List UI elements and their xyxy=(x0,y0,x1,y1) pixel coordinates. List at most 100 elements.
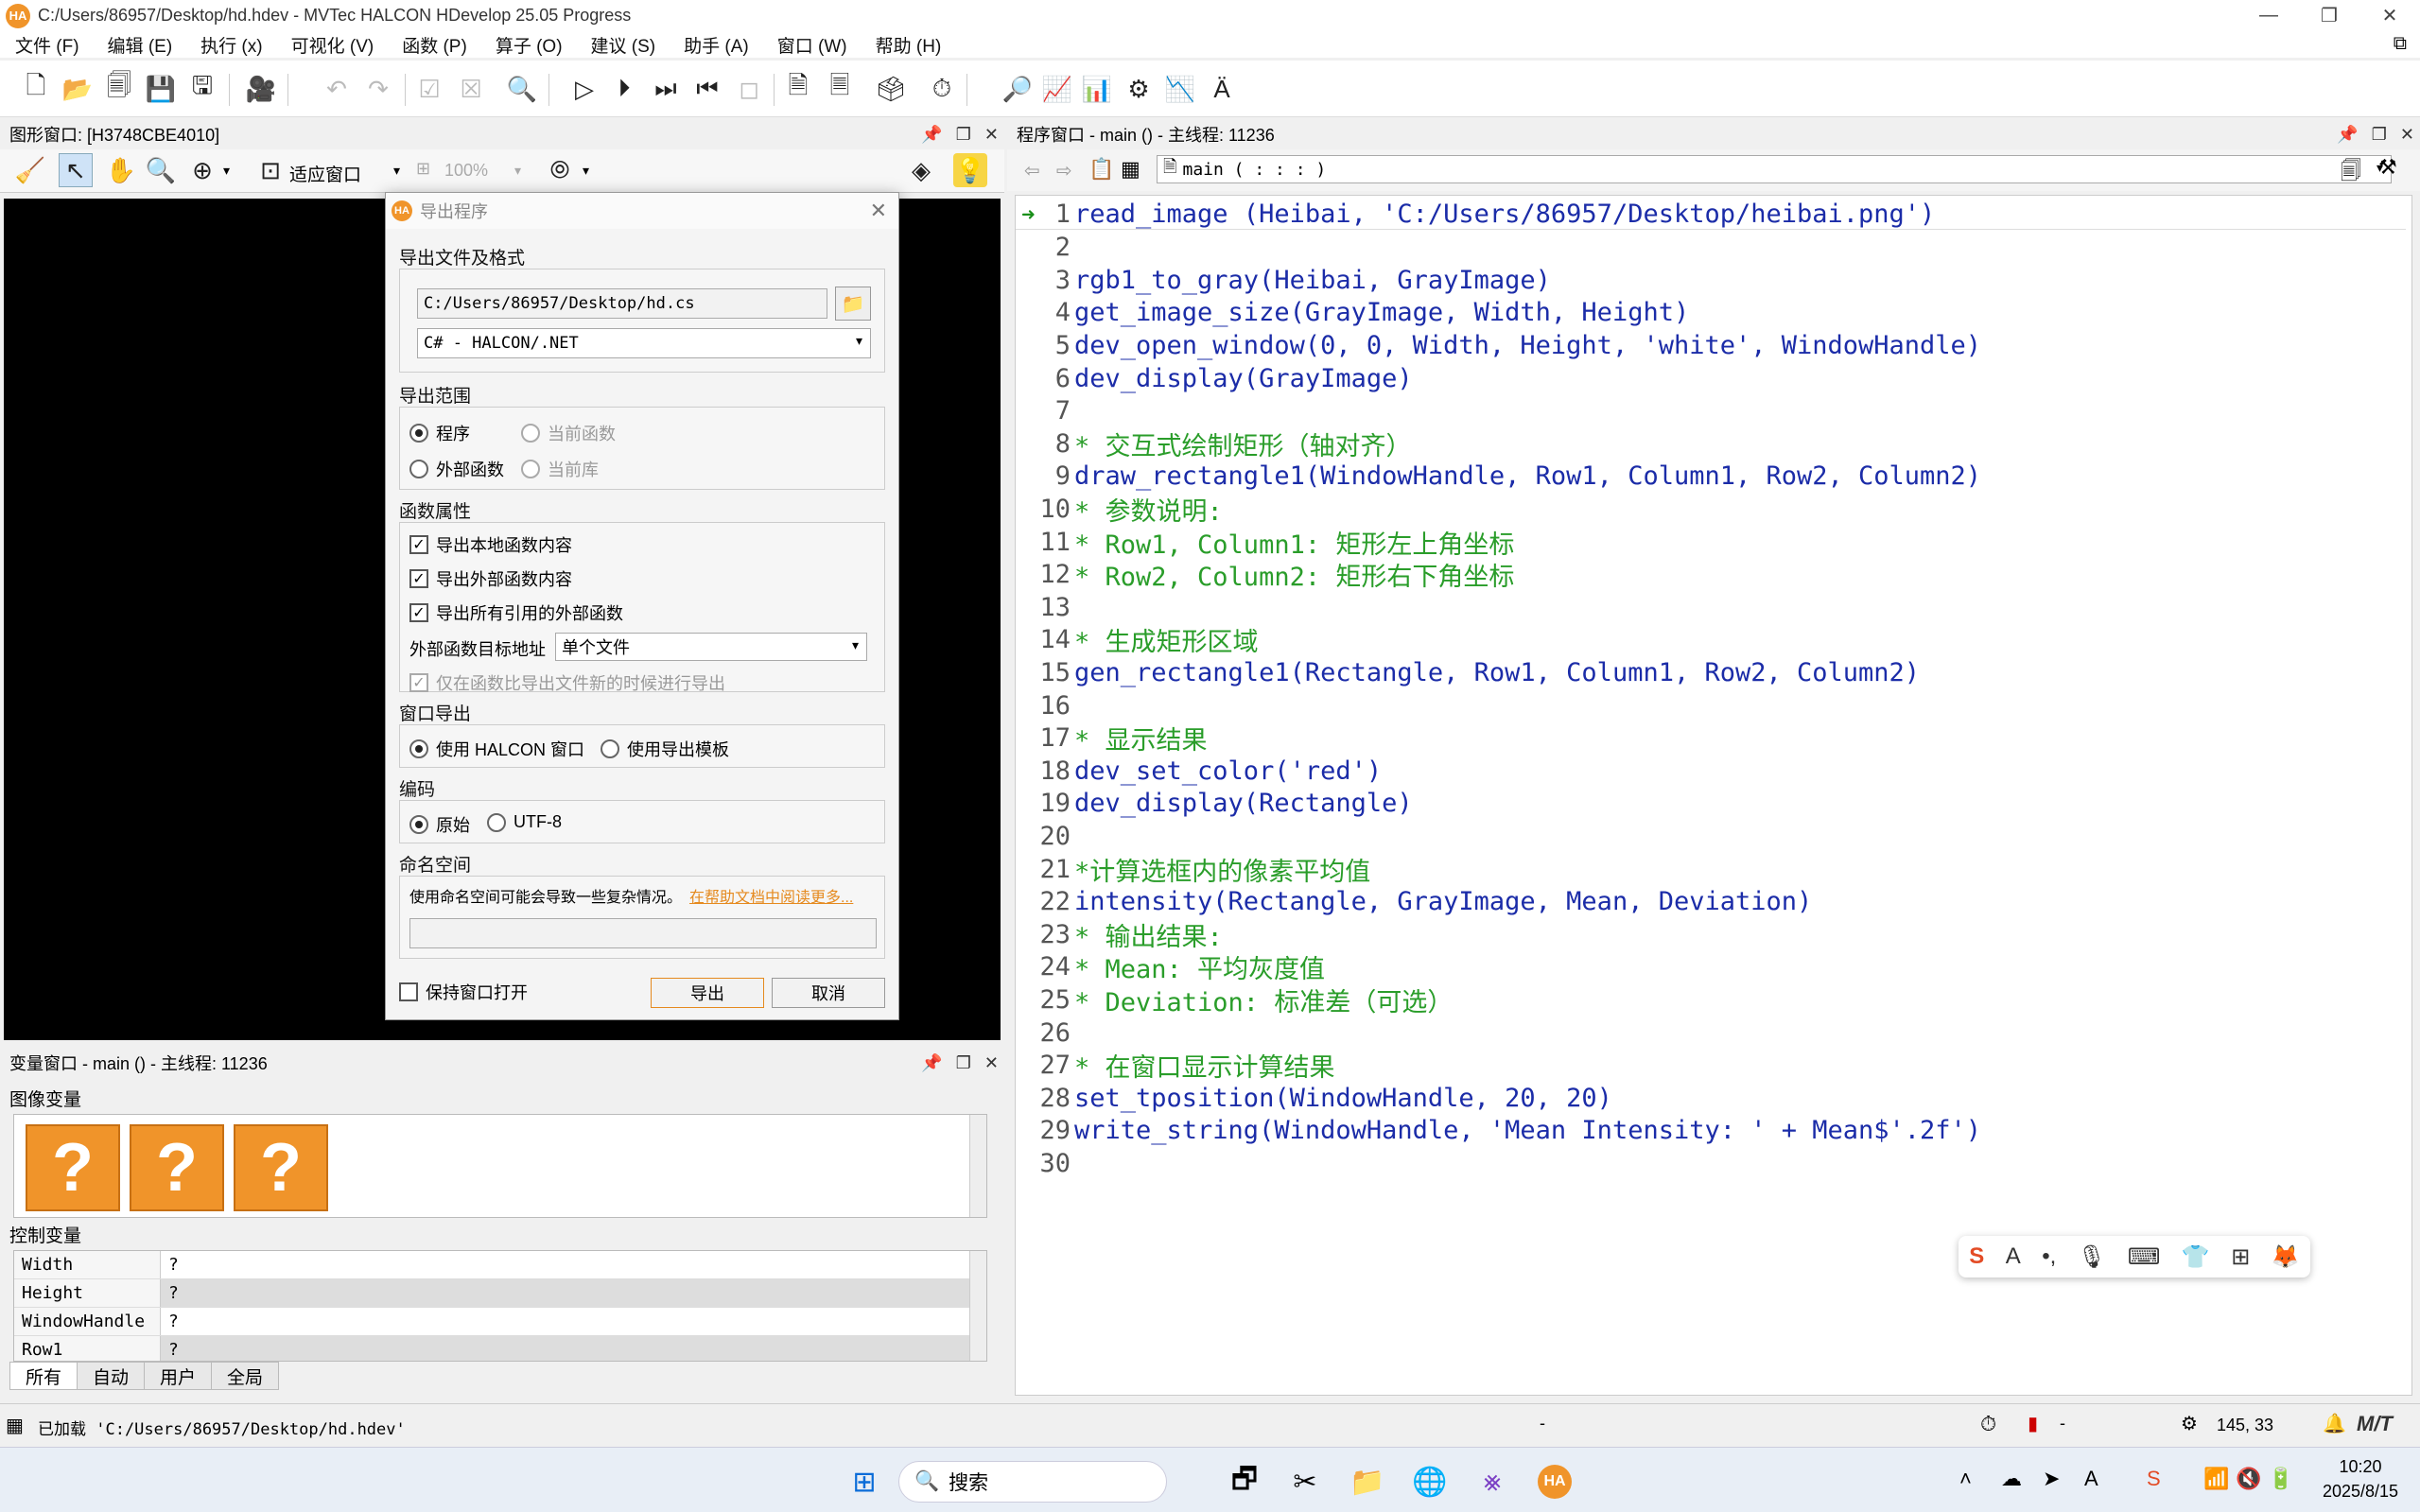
code-line[interactable]: 4 get_image_size(GrayImage, Width, Height… xyxy=(1016,298,2406,328)
code-line[interactable]: 2 xyxy=(1016,233,2406,263)
range-current-lib-radio[interactable]: 当前库 xyxy=(521,457,599,481)
use-template-radio[interactable]: 使用导出模板 xyxy=(601,737,729,761)
float-icon[interactable]: ❐ xyxy=(956,125,971,145)
code-line[interactable]: 19 dev_display(Rectangle) xyxy=(1016,789,2406,819)
file-explorer-icon[interactable]: 📁 xyxy=(1347,1461,1388,1503)
table-row[interactable]: Height? xyxy=(14,1279,986,1308)
microphone-icon[interactable]: 🎙 xyxy=(2078,1243,2106,1271)
export-referenced-checkbox[interactable]: ✓ 导出所有引用的外部函数 xyxy=(409,600,623,625)
volume-icon[interactable]: 🔇 xyxy=(2236,1467,2261,1491)
image-var-thumbnail[interactable]: ? xyxy=(234,1124,328,1211)
float-icon[interactable]: ❐ xyxy=(2372,125,2387,145)
wifi-icon[interactable]: 📶 xyxy=(2203,1467,2229,1491)
cloud-icon[interactable]: ☁ xyxy=(2001,1467,2022,1491)
cancel-button[interactable]: 取消 xyxy=(772,978,885,1008)
pointer-icon[interactable]: ↖ xyxy=(59,153,93,187)
open-example-icon[interactable]: 🗐 xyxy=(102,71,136,106)
code-line[interactable]: 3 rgb1_to_gray(Heibai, GrayImage) xyxy=(1016,265,2406,295)
close-icon[interactable]: ✕ xyxy=(870,199,887,223)
edge-browser-icon[interactable]: 🌐 xyxy=(1409,1461,1451,1503)
tab-global[interactable]: 全局 xyxy=(211,1362,280,1390)
code-line[interactable]: 9 draw_rectangle1(WindowHandle, Row1, Col… xyxy=(1016,461,2406,492)
menu-help[interactable]: 帮助 (H) xyxy=(861,32,955,58)
use-halcon-window-radio[interactable]: 使用 HALCON 窗口 xyxy=(409,737,584,761)
chevron-down-icon[interactable]: ▾ xyxy=(514,163,521,179)
code-line[interactable]: 18 dev_set_color('red') xyxy=(1016,756,2406,786)
chevron-up-icon[interactable]: ˄ xyxy=(1959,1467,1972,1491)
step-into-icon[interactable]: ⏭ xyxy=(649,72,683,106)
input-method-icon[interactable]: A xyxy=(2084,1467,2098,1491)
export-button[interactable]: 导出 xyxy=(651,978,764,1008)
code-line[interactable]: 12 * Row2, Column2: 矩形右下角坐标 xyxy=(1016,560,2406,592)
code-line[interactable]: 6 dev_display(GrayImage) xyxy=(1016,363,2406,393)
tab-all[interactable]: 所有 xyxy=(9,1362,78,1390)
table-row[interactable]: WindowHandle? xyxy=(14,1308,986,1336)
edit-procedure-icon[interactable]: 🗐 xyxy=(2341,155,2361,191)
fit-window-label[interactable]: 适应窗口 xyxy=(289,161,361,186)
image-var-scrollbar[interactable] xyxy=(969,1115,986,1217)
activate-icon[interactable]: ☑ xyxy=(412,72,446,106)
code-line[interactable]: 1 read_image (Heibai, 'C:/Users/86957/Des… xyxy=(1016,200,2406,230)
code-line[interactable]: 29 write_string(WindowHandle, 'Mean Inten… xyxy=(1016,1116,2406,1146)
keyboard-icon[interactable]: ⌨ xyxy=(2128,1243,2161,1271)
mascot-icon[interactable]: 🦊 xyxy=(2272,1243,2300,1271)
code-line[interactable]: 25 * Deviation: 标准差（可选） xyxy=(1016,984,2406,1017)
pan-icon[interactable]: ✋ xyxy=(104,153,138,187)
code-line[interactable]: 24 * Mean: 平均灰度值 xyxy=(1016,952,2406,984)
step-out-icon[interactable]: ⏮ xyxy=(690,72,724,106)
zoom-in-icon[interactable]: ⊕ xyxy=(185,153,219,187)
timer-icon[interactable]: ⏱ xyxy=(925,72,959,106)
procedure-settings-icon[interactable]: ⚒ xyxy=(2378,155,2397,180)
feature-histogram-icon[interactable]: 📊 xyxy=(1080,72,1114,106)
menu-assistants[interactable]: 助手 (A) xyxy=(669,32,762,58)
menu-window[interactable]: 窗口 (W) xyxy=(762,32,861,58)
pin-icon[interactable]: 📌 xyxy=(921,125,942,145)
step-over-icon[interactable]: ⏵ xyxy=(607,72,641,106)
snipping-tool-icon[interactable]: ✂ xyxy=(1284,1461,1326,1503)
range-current-proc-radio[interactable]: 当前函数 xyxy=(521,421,616,445)
windows-start-icon[interactable]: ⊞ xyxy=(844,1461,885,1503)
keep-open-checkbox[interactable]: 保持窗口打开 xyxy=(399,980,528,1004)
clear-window-icon[interactable]: 🧹 xyxy=(13,153,47,187)
code-line[interactable]: 13 xyxy=(1016,592,2406,622)
zoom-level[interactable]: 100% xyxy=(444,161,488,181)
float-icon[interactable]: ❐ xyxy=(956,1053,971,1073)
export-local-checkbox[interactable]: ✓ 导出本地函数内容 xyxy=(409,532,572,557)
send-icon[interactable]: ➤ xyxy=(2043,1467,2060,1491)
close-panel-icon[interactable]: ✕ xyxy=(2400,125,2414,145)
control-var-scrollbar[interactable] xyxy=(969,1251,986,1361)
menu-execute[interactable]: 执行 (x) xyxy=(185,32,275,58)
range-external-proc-radio[interactable]: 外部函数 xyxy=(409,457,504,481)
procedure-select[interactable]: 🗎 main ( : : : ) ▾ xyxy=(1157,155,2392,183)
code-line[interactable]: 26 xyxy=(1016,1017,2406,1048)
save-all-icon[interactable]: 🖫 xyxy=(185,71,219,106)
chevron-down-icon[interactable]: ▾ xyxy=(223,163,230,179)
lightbulb-icon[interactable]: 💡 xyxy=(953,153,987,187)
feature-inspection-icon[interactable]: ⚙ xyxy=(1122,72,1156,106)
menu-edit[interactable]: 编辑 (E) xyxy=(93,32,186,58)
magnify-icon[interactable]: 🔍 xyxy=(144,153,178,187)
pin-icon[interactable]: 📌 xyxy=(2337,125,2358,145)
clipboard-icon[interactable]: 📋 xyxy=(1088,157,1114,182)
program-editor[interactable]: 1 read_image (Heibai, 'C:/Users/86957/Des… xyxy=(1015,195,2412,1396)
halcon-taskbar-icon[interactable]: HA xyxy=(1534,1461,1576,1503)
namespace-help-link[interactable]: 在帮助文档中阅读更多... xyxy=(689,884,853,907)
code-line[interactable]: 11 * Row1, Column1: 矩形左上角坐标 xyxy=(1016,527,2406,560)
punctuation-icon[interactable]: •, xyxy=(2042,1243,2056,1270)
ext-target-select[interactable]: 单个文件 ▾ xyxy=(555,633,867,661)
forward-icon[interactable]: ⇨ xyxy=(1056,159,1072,182)
taskbar-search[interactable]: 🔍 搜索 xyxy=(898,1461,1167,1503)
stop-icon[interactable]: ◻ xyxy=(732,72,766,106)
skin-icon[interactable]: 👕 xyxy=(2182,1243,2210,1271)
grid-icon[interactable]: ▦ xyxy=(1121,157,1140,182)
back-icon[interactable]: ⇦ xyxy=(1024,159,1040,182)
tab-user[interactable]: 用户 xyxy=(144,1362,213,1390)
namespace-input[interactable] xyxy=(409,918,877,948)
range-program-radio[interactable]: 程序 xyxy=(409,421,470,445)
code-line[interactable]: 28 set_tposition(WindowHandle, 20, 20) xyxy=(1016,1083,2406,1113)
clock-time[interactable]: 10:20 xyxy=(2313,1457,2408,1477)
menu-visualize[interactable]: 可视化 (V) xyxy=(276,32,388,58)
code-line[interactable]: 23 * 输出结果: xyxy=(1016,919,2406,952)
save-icon[interactable]: 💾 xyxy=(144,72,178,106)
image-var-thumbnail[interactable]: ? xyxy=(130,1124,224,1211)
